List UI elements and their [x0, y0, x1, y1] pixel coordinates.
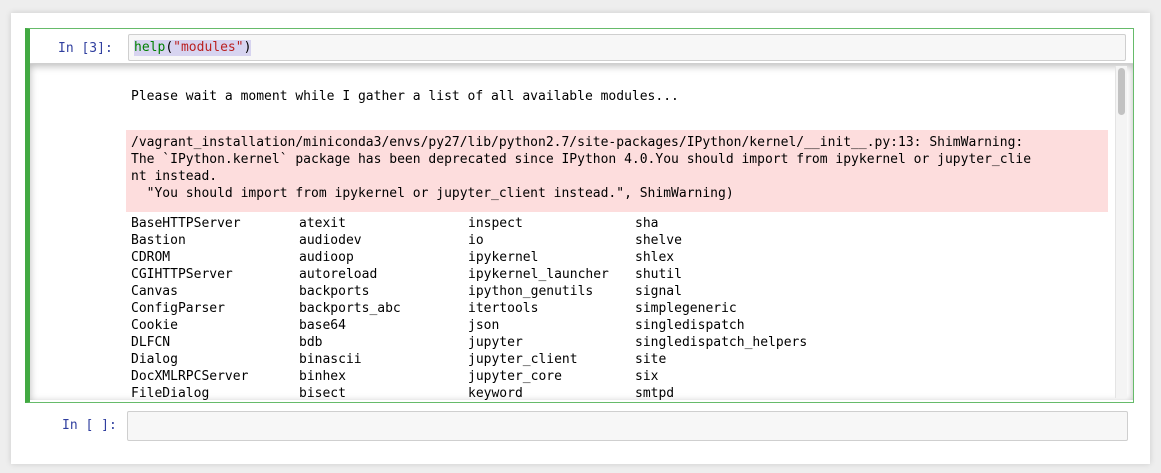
module-row: Bastion audiodev io shelve [131, 232, 682, 249]
module-name: Cookie [131, 318, 178, 333]
module-name: inspect [468, 216, 523, 231]
module-name: singledispatch_helpers [635, 335, 808, 350]
module-row: Canvas backports ipython_genutils signal [131, 283, 682, 300]
module-name: DLFCN [131, 335, 171, 350]
module-name: ipython_genutils [468, 284, 594, 299]
module-name: binhex [299, 369, 346, 384]
module-name: BaseHTTPServer [131, 216, 241, 231]
module-list: BaseHTTPServer atexit inspect sha Bastio… [131, 215, 807, 400]
notebook-container: In [3]: help("modules") Please wait a mo… [11, 13, 1150, 464]
module-name: atexit [299, 216, 346, 231]
module-name: jupyter_client [468, 352, 578, 367]
module-row: CGIHTTPServer autoreload ipykernel_launc… [131, 266, 682, 283]
module-name: jupyter [468, 335, 523, 350]
module-name: Bastion [131, 233, 186, 248]
module-row: Dialog binascii jupyter_client site [131, 351, 666, 368]
stderr-line: /vagrant_installation/miniconda3/envs/py… [131, 135, 1024, 150]
code-cell-selected[interactable]: In [3]: help("modules") Please wait a mo… [25, 28, 1134, 403]
module-name: six [635, 369, 659, 384]
module-name: shutil [635, 267, 682, 282]
module-row: ConfigParser backports_abc itertools sim… [131, 300, 737, 317]
module-name: bdb [299, 335, 323, 350]
module-name: json [468, 318, 500, 333]
output-scrollbar[interactable] [1115, 66, 1127, 398]
module-name: backports [299, 284, 370, 299]
code-input-area[interactable] [127, 411, 1128, 441]
module-name: shelve [635, 233, 682, 248]
module-name: ipykernel [468, 250, 539, 265]
module-name: io [468, 233, 484, 248]
code-open-paren: ( [165, 40, 174, 55]
module-name: audioop [299, 250, 354, 265]
module-name: Canvas [131, 284, 178, 299]
code-close-paren: ) [243, 40, 252, 55]
input-prompt: In [3]: [58, 41, 113, 56]
module-name: binascii [299, 352, 362, 367]
module-name: keyword [468, 386, 523, 400]
module-row: BaseHTTPServer atexit inspect sha [131, 215, 658, 232]
module-name: DocXMLRPCServer [131, 369, 249, 384]
module-name: bisect [299, 386, 346, 400]
module-name: backports_abc [299, 301, 401, 316]
code-line[interactable]: help("modules") [134, 40, 252, 56]
module-row: DocXMLRPCServer binhex jupyter_core six [131, 368, 658, 385]
code-function-name: help [134, 40, 166, 55]
stderr-line: "You should import from ipykernel or jup… [131, 186, 734, 201]
stderr-line: The `IPython.kernel` package has been de… [131, 152, 1032, 167]
stderr-line: nt instead. [131, 169, 218, 184]
module-row: CDROM audioop ipykernel shlex [131, 249, 674, 266]
module-row: FileDialog bisect keyword smtpd [131, 385, 674, 400]
code-input-area[interactable]: help("modules") [128, 34, 1126, 61]
module-name: site [635, 352, 667, 367]
module-row: Cookie base64 json singledispatch [131, 317, 745, 334]
module-name: itertools [468, 301, 539, 316]
module-name: audiodev [299, 233, 362, 248]
code-string-arg: "modules" [173, 40, 244, 55]
module-name: CGIHTTPServer [131, 267, 233, 282]
module-name: simplegeneric [635, 301, 737, 316]
module-name: shlex [635, 250, 675, 265]
module-name: signal [635, 284, 682, 299]
stderr-warning-block: /vagrant_installation/miniconda3/envs/py… [126, 130, 1108, 212]
module-name: smtpd [635, 386, 675, 400]
scrollbar-thumb[interactable] [1118, 68, 1125, 115]
input-prompt: In [ ]: [62, 418, 117, 433]
module-row: DLFCN bdb jupyter singledispatch_helpers [131, 334, 807, 351]
module-name: jupyter_core [468, 369, 562, 384]
module-name: CDROM [131, 250, 171, 265]
module-name: FileDialog [131, 386, 210, 400]
output-area[interactable]: Please wait a moment while I gather a li… [30, 63, 1133, 400]
module-name: ipykernel_launcher [468, 267, 609, 282]
module-name: Dialog [131, 352, 178, 367]
code-cell-empty[interactable]: In [ ]: [25, 407, 1134, 445]
module-name: sha [635, 216, 659, 231]
module-name: autoreload [299, 267, 378, 282]
module-name: singledispatch [635, 318, 745, 333]
module-name: ConfigParser [131, 301, 225, 316]
output-wait-message: Please wait a moment while I gather a li… [131, 89, 679, 104]
module-name: base64 [299, 318, 346, 333]
